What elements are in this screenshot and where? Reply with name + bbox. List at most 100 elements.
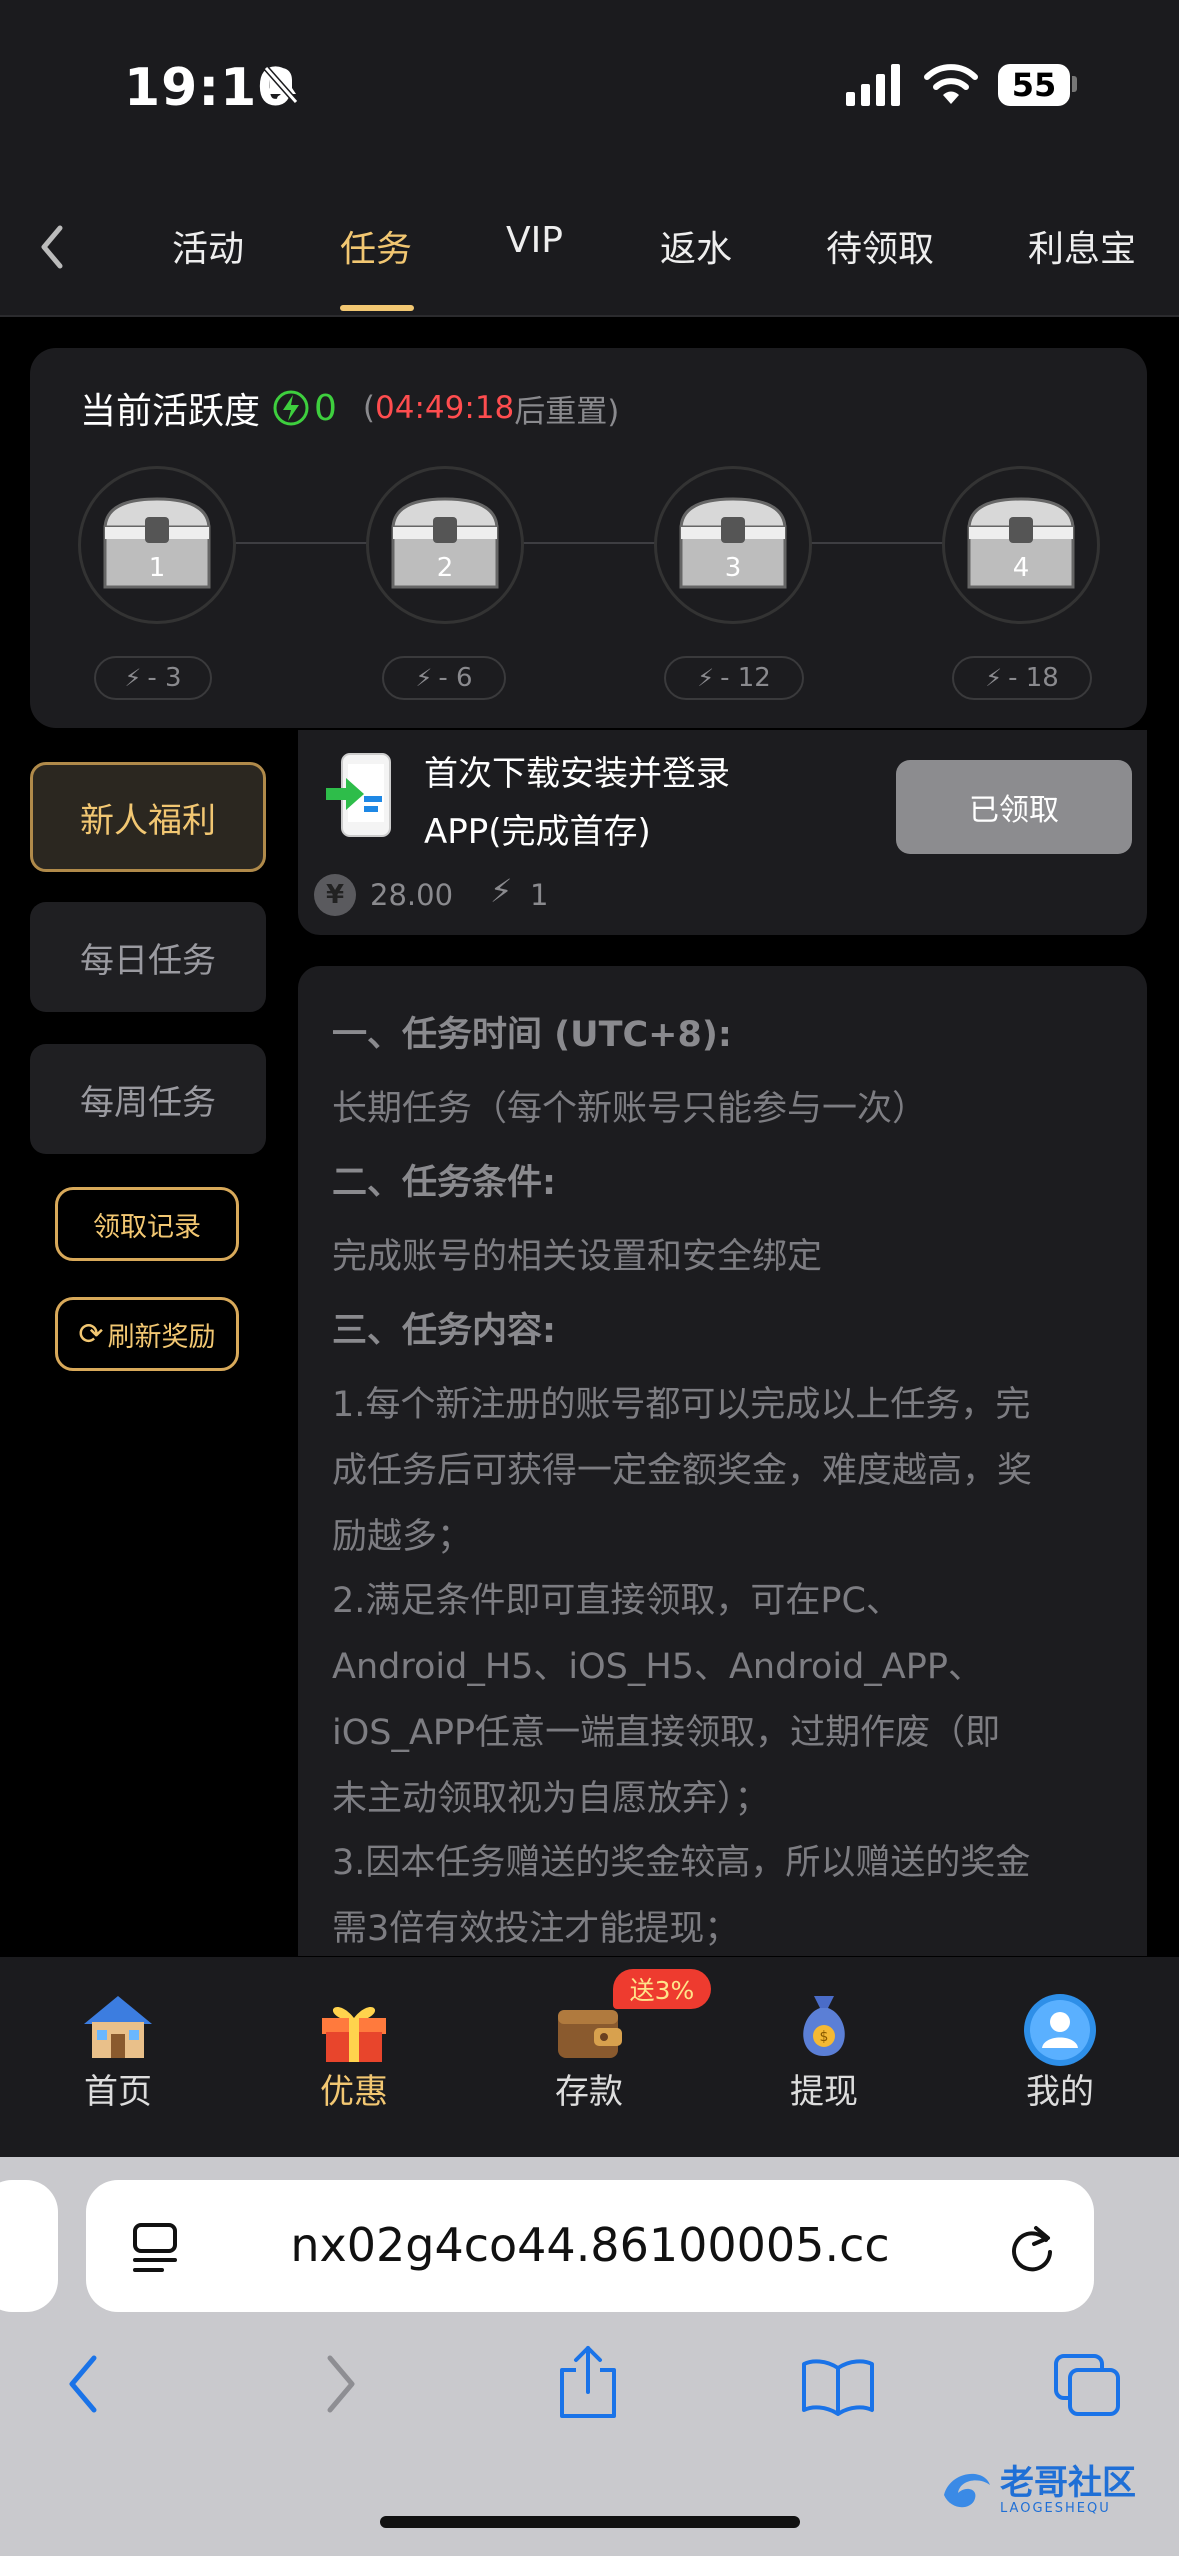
browser-back-icon[interactable] <box>62 2352 106 2416</box>
tab-vip[interactable]: VIP <box>506 220 563 261</box>
chest-number: 2 <box>436 553 454 583</box>
chest-cost-pill: ⚡ - 18 <box>952 656 1092 700</box>
previous-tab-edge[interactable] <box>0 2180 58 2312</box>
chest-icon <box>967 497 1075 589</box>
treasure-chest-1[interactable]: 1 <box>78 466 236 624</box>
claimed-button[interactable]: 已领取 <box>896 760 1132 854</box>
chest-cost: - 18 <box>1008 663 1059 693</box>
desc-line: Android_H5、iOS_H5、Android_APP、 <box>332 1647 983 1687</box>
desc-heading: 二、任务条件: <box>332 1163 556 1203</box>
bottom-nav-promo[interactable] <box>316 1990 392 2068</box>
top-nav: 活动 任务 VIP 返水 待领取 利息宝 <box>0 180 1179 317</box>
bottom-nav-deposit-label[interactable]: 存款 <box>555 2064 623 2113</box>
money-bag-icon: $ <box>803 1996 845 2056</box>
dragon-logo-icon <box>944 2473 990 2508</box>
reload-icon[interactable] <box>1006 2220 1058 2276</box>
reward-amount: 28.00 <box>370 878 454 912</box>
sidebar-item-daily[interactable]: 每日任务 <box>30 902 266 1012</box>
sidebar-item-newbie[interactable]: 新人福利 <box>30 762 266 872</box>
status-bar: 19:10 55 <box>0 0 1179 180</box>
paren-open: ( <box>362 390 376 426</box>
battery-level: 55 <box>1011 66 1057 104</box>
desc-line: 未主动领取视为自愿放弃）； <box>332 1779 770 1819</box>
gift-icon <box>322 2007 386 2062</box>
yuan-icon: ¥ <box>314 874 356 916</box>
tab-rebate[interactable]: 返水 <box>660 220 732 272</box>
address-bar[interactable]: nx02g4co44.86100005.cc <box>86 2180 1094 2312</box>
reward-activity: 1 <box>530 878 549 912</box>
refresh-label: 刷新奖励 <box>107 1321 216 1353</box>
refresh-reward-button[interactable]: ⟳ 刷新奖励 <box>55 1297 239 1371</box>
wallet-icon <box>558 2010 622 2058</box>
home-indicator[interactable] <box>380 2516 800 2528</box>
chest-cost-pill: ⚡ - 3 <box>94 656 212 700</box>
active-tab-indicator <box>340 305 414 311</box>
bottom-nav-promo-label[interactable]: 优惠 <box>320 2064 388 2113</box>
task-title-line1: 首次下载安装并登录 <box>424 754 730 794</box>
bottom-nav-withdraw-label[interactable]: 提现 <box>790 2064 858 2113</box>
desc-line: iOS_APP任意一端直接领取，过期作废（即 <box>332 1713 1001 1753</box>
url-text[interactable]: nx02g4co44.86100005.cc <box>86 2218 1094 2272</box>
tab-task[interactable]: 任务 <box>340 220 412 272</box>
chest-icon <box>391 497 499 589</box>
bottom-nav-home-label[interactable]: 首页 <box>84 2064 152 2113</box>
signal-icon <box>846 64 900 106</box>
claim-record-button[interactable]: 领取记录 <box>55 1187 239 1261</box>
lightning-icon <box>273 390 309 426</box>
desc-line: 长期任务（每个新账号只能参与一次） <box>332 1089 928 1129</box>
chest-cost-pill: ⚡ - 12 <box>664 656 804 700</box>
desc-line: 需3倍有效投注才能提现； <box>332 1909 740 1949</box>
tab-pending[interactable]: 待领取 <box>826 220 934 272</box>
bottom-nav-home[interactable] <box>78 1990 158 2066</box>
chest-number: 3 <box>724 553 742 583</box>
activity-card: 当前活跃度 0 ( 04:49:18 后重置) 1 2 3 4 ⚡ - 3 ⚡ … <box>30 348 1147 728</box>
battery-cap <box>1072 76 1077 92</box>
tab-activity[interactable]: 活动 <box>172 220 244 272</box>
bottom-nav-withdraw[interactable]: $ <box>792 1990 856 2066</box>
lightning-icon: ⚡ <box>415 664 433 692</box>
desc-line: 完成账号的相关设置和安全绑定 <box>332 1237 823 1277</box>
share-icon[interactable] <box>556 2344 620 2420</box>
treasure-chest-3[interactable]: 3 <box>654 466 812 624</box>
activity-header: 当前活跃度 0 ( 04:49:18 后重置) <box>80 382 619 434</box>
desc-heading: 三、任务内容: <box>332 1311 556 1351</box>
task-description: 一、任务时间 (UTC+8): 长期任务（每个新账号只能参与一次） 二、任务条件… <box>298 966 1147 1956</box>
task-title-line2: APP(完成首存) <box>424 812 651 852</box>
bookmarks-icon[interactable] <box>800 2356 876 2416</box>
activity-value: 0 <box>314 387 337 429</box>
desc-heading: 一、任务时间 (UTC+8): <box>332 1015 732 1055</box>
chest-number: 1 <box>148 553 166 583</box>
treasure-chest-2[interactable]: 2 <box>366 466 524 624</box>
chest-number: 4 <box>1012 553 1030 583</box>
watermark-text: 老哥社区 <box>1000 2462 1136 2503</box>
lightning-icon: ⚡ <box>124 664 142 692</box>
chest-connector <box>516 542 676 544</box>
desc-line: 励越多； <box>332 1517 473 1557</box>
avatar-icon <box>1024 1994 1096 2066</box>
wifi-icon <box>924 64 978 104</box>
lightning-icon: ⚡ <box>490 872 513 910</box>
activity-title: 当前活跃度 <box>80 391 261 432</box>
chest-cost: - 12 <box>720 663 771 693</box>
bottom-nav-mine[interactable] <box>1022 1992 1098 2072</box>
chest-cost: - 6 <box>438 663 473 693</box>
reset-text: 后重置) <box>514 393 620 430</box>
watermark-subtext: LAOGESHEQU <box>1000 2500 1111 2516</box>
desc-line: 3.因本任务赠送的奖金较高，所以赠送的奖金 <box>332 1843 1031 1883</box>
desc-line: 成任务后可获得一定金额奖金，难度越高，奖 <box>332 1451 1033 1491</box>
tabs-icon[interactable] <box>1052 2352 1122 2418</box>
chest-cost: - 3 <box>147 663 182 693</box>
svg-text:$: $ <box>820 2029 829 2045</box>
chest-icon <box>103 497 211 589</box>
bottom-nav-mine-label[interactable]: 我的 <box>1026 2064 1094 2113</box>
chest-connector <box>228 542 388 544</box>
treasure-chest-4[interactable]: 4 <box>942 466 1100 624</box>
reset-countdown: 04:49:18 <box>375 390 515 426</box>
watermark-logo: 老哥社区 LAOGESHEQU <box>940 2462 1170 2518</box>
chevron-left-icon[interactable] <box>34 222 70 272</box>
tab-interest[interactable]: 利息宝 <box>1028 220 1136 272</box>
sidebar-item-weekly[interactable]: 每周任务 <box>30 1044 266 1154</box>
house-icon <box>84 1996 152 2058</box>
bottom-nav-deposit[interactable] <box>554 2000 624 2066</box>
browser-forward-icon[interactable] <box>318 2352 362 2416</box>
